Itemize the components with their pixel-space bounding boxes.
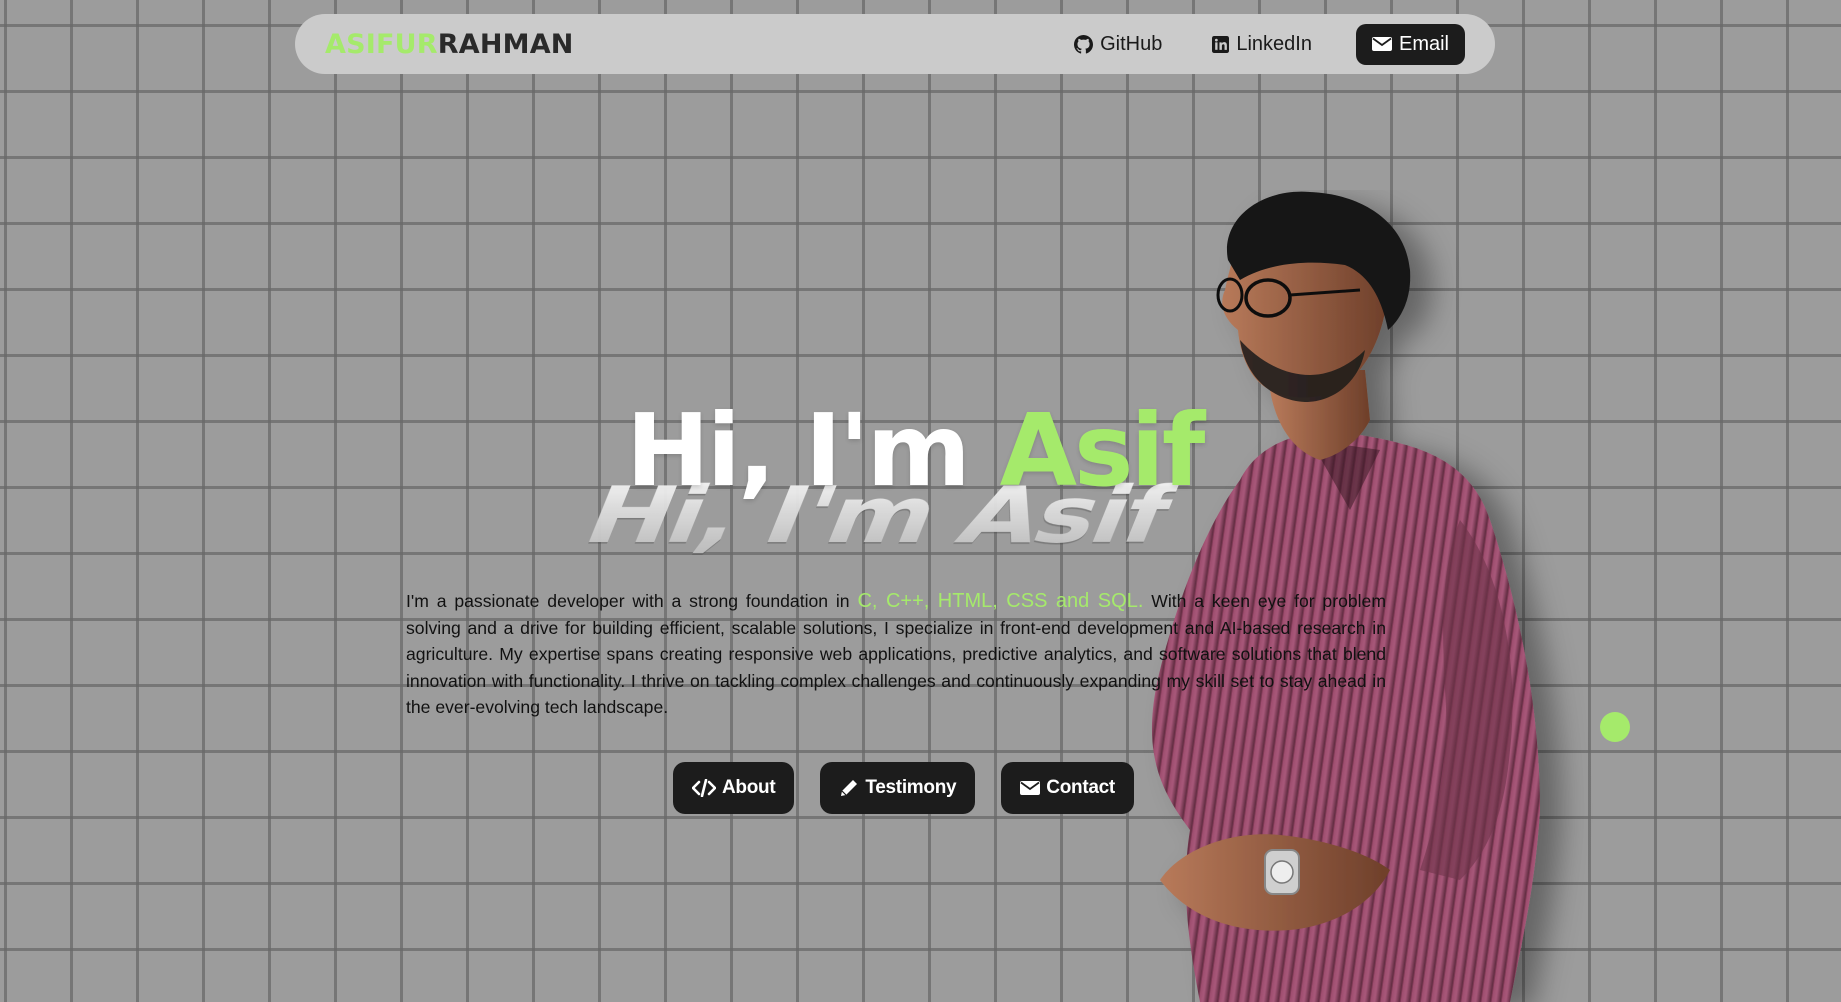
about-button[interactable]: About <box>673 762 795 814</box>
hero-title: Hi, I'm Asif <box>626 392 1206 509</box>
hero-heading: Hi, I'm Asif Hi, I'm Asif <box>600 392 1205 567</box>
envelope-icon <box>1020 780 1041 796</box>
brand-last-name: RAHMAN <box>437 28 574 60</box>
brand-first-name: ASIFUR <box>325 28 438 60</box>
github-icon <box>1074 34 1094 54</box>
linkedin-label: LinkedIn <box>1236 32 1312 55</box>
accent-dot <box>1600 712 1630 742</box>
envelope-icon <box>1371 36 1392 52</box>
pencil-icon <box>839 778 859 798</box>
brand-logo[interactable]: ASIFURRAHMAN <box>325 29 574 60</box>
navbar: ASIFURRAHMAN GitHub LinkedIn Email <box>295 14 1495 74</box>
bio-description: I'm a passionate developer with a strong… <box>406 588 1386 721</box>
github-label: GitHub <box>1100 32 1163 55</box>
about-label: About <box>722 777 776 798</box>
bio-intro: I'm a passionate developer with a strong… <box>406 591 850 611</box>
hero-name: Asif <box>999 392 1206 509</box>
action-buttons: About Testimony Contact <box>673 762 1134 814</box>
contact-label: Contact <box>1046 777 1115 798</box>
email-button[interactable]: Email <box>1355 23 1465 65</box>
linkedin-link[interactable]: LinkedIn <box>1196 25 1328 64</box>
contact-button[interactable]: Contact <box>1001 762 1134 814</box>
github-link[interactable]: GitHub <box>1058 25 1178 64</box>
nav-links: GitHub LinkedIn Email <box>1058 23 1465 65</box>
bio-skills: C, C++, HTML, CSS and SQL. <box>857 590 1144 612</box>
code-icon <box>692 779 716 797</box>
testimony-button[interactable]: Testimony <box>820 762 976 814</box>
testimony-label: Testimony <box>865 777 957 798</box>
email-label: Email <box>1398 32 1449 55</box>
hero-greeting: Hi, I'm <box>626 392 971 509</box>
linkedin-icon <box>1212 35 1230 53</box>
